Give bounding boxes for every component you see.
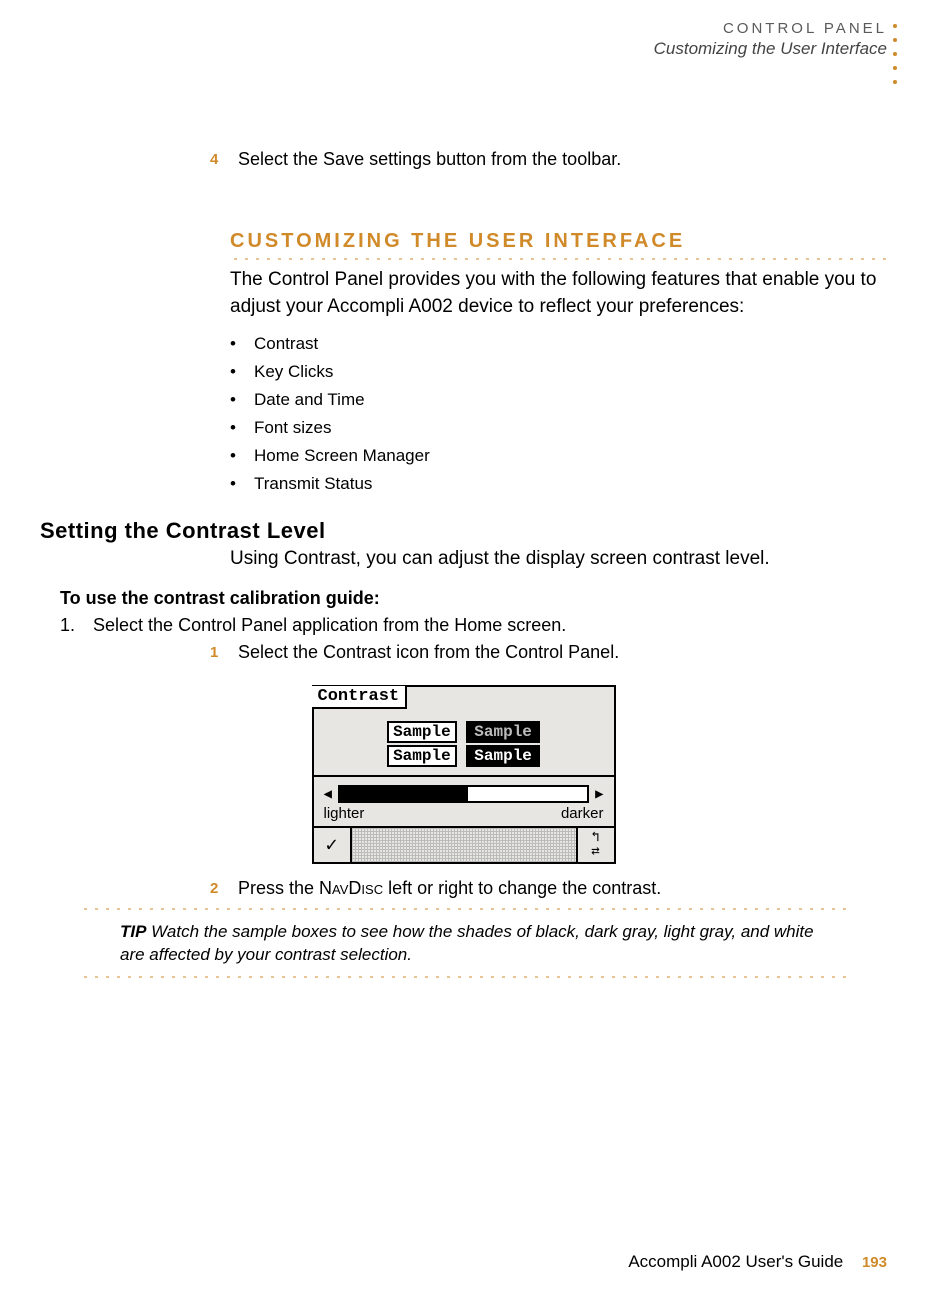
outer-step-1: 1. Select the Control Panel application … <box>60 615 887 636</box>
bullet-item: Home Screen Manager <box>254 446 430 465</box>
sample-box-black: Sample <box>466 745 540 767</box>
sample-box-darkgray: Sample <box>466 721 540 743</box>
bullet-item: Date and Time <box>254 390 365 409</box>
inner-step-1-text: Select the Contrast icon from the Contro… <box>238 642 887 663</box>
header-title: CONTROL PANEL <box>40 20 887 37</box>
swap-arrows-icon: ⇄ <box>591 845 599 859</box>
toolbar-spacer <box>352 828 576 862</box>
tip-label: TIP <box>120 922 146 941</box>
bullet-item: Contrast <box>254 334 318 353</box>
footer-page-number: 193 <box>862 1254 887 1271</box>
navdisc-label: NavDisc <box>319 878 383 898</box>
page-footer: Accompli A002 User's Guide 193 <box>628 1252 887 1272</box>
bullet-item: Transmit Status <box>254 474 372 493</box>
inner-step-2-post: left or right to change the contrast. <box>383 878 661 898</box>
triangle-right-icon: ▶ <box>595 786 603 803</box>
bullet-item: Key Clicks <box>254 362 333 381</box>
check-icon: ✓ <box>325 832 337 858</box>
inner-step-1: 1 Select the Contrast icon from the Cont… <box>210 642 887 663</box>
contrast-window-title: Contrast <box>312 686 408 709</box>
return-arrow-icon: ↰ <box>591 831 599 845</box>
inner-step-2-num: 2 <box>210 878 238 899</box>
footer-book-title: Accompli A002 User's Guide <box>628 1252 843 1271</box>
header-subtitle: Customizing the User Interface <box>40 39 887 59</box>
guide-heading: To use the contrast calibration guide: <box>60 588 887 609</box>
slider-label-darker: darker <box>561 805 604 822</box>
slider-label-lighter: lighter <box>324 805 365 822</box>
tip-block: TIP Watch the sample boxes to see how th… <box>120 921 827 967</box>
inner-step-2: 2 Press the NavDisc left or right to cha… <box>210 878 887 899</box>
inner-step-1-num: 1 <box>210 642 238 663</box>
back-button[interactable]: ↰ ⇄ <box>576 828 614 862</box>
triangle-left-icon: ◀ <box>324 786 332 803</box>
subsection-heading: Setting the Contrast Level <box>40 518 887 544</box>
side-dot-decor <box>893 24 897 84</box>
sample-box-light: Sample <box>387 721 457 743</box>
dotted-rule <box>80 975 847 979</box>
sample-box-lightgray: Sample <box>387 745 457 767</box>
section-heading: CUSTOMIZING THE USER INTERFACE <box>230 230 887 253</box>
tip-text: Watch the sample boxes to see how the sh… <box>120 922 814 964</box>
dotted-rule <box>80 907 847 911</box>
ok-button[interactable]: ✓ <box>314 828 352 862</box>
subsection-intro: Using Contrast, you can adjust the displ… <box>230 548 887 570</box>
section-intro: The Control Panel provides you with the … <box>230 267 877 320</box>
contrast-window: Contrast Sample Sample Sample Sample ◀ ▶ <box>312 685 616 864</box>
outer-step-1-num: 1. <box>60 615 88 636</box>
bullet-item: Font sizes <box>254 418 331 437</box>
inner-step-2-pre: Press the <box>238 878 319 898</box>
contrast-slider[interactable] <box>338 785 589 803</box>
page-header: CONTROL PANEL Customizing the User Inter… <box>40 20 887 59</box>
feature-bullet-list: •Contrast •Key Clicks •Date and Time •Fo… <box>230 334 887 494</box>
contrast-figure: Contrast Sample Sample Sample Sample ◀ ▶ <box>40 685 887 864</box>
step-4-number: 4 <box>210 149 238 170</box>
dotted-rule <box>230 257 887 261</box>
step-4-text: Select the Save settings button from the… <box>238 149 887 170</box>
step-4: 4 Select the Save settings button from t… <box>210 149 887 170</box>
outer-step-1-text: Select the Control Panel application fro… <box>93 615 566 635</box>
